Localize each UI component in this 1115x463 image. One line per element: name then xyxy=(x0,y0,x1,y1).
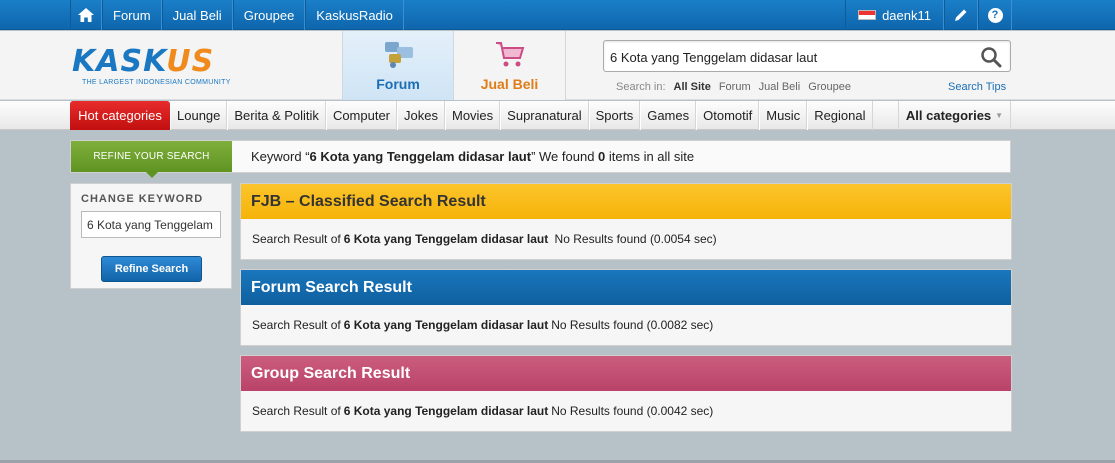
scope-forum[interactable]: Forum xyxy=(719,81,751,93)
panel-body: Search Result of 6 Kota yang Tenggelam d… xyxy=(241,219,1011,259)
summary-keyword: 6 Kota yang Tenggelam didasar laut xyxy=(309,149,532,164)
search-box xyxy=(603,40,1011,72)
result-keyword: 6 Kota yang Tenggelam didasar laut xyxy=(343,232,549,246)
result-status: No Results found (0.0054 sec) xyxy=(551,232,717,246)
tab-forum[interactable]: Forum xyxy=(342,31,454,100)
search-summary: Keyword “6 Kota yang Tenggelam didasar l… xyxy=(251,149,694,164)
home-button[interactable] xyxy=(70,0,102,30)
caret-down-icon: ▼ xyxy=(995,111,1004,120)
search-in-label: Search in: xyxy=(616,81,666,93)
result-status: No Results found (0.0042 sec) xyxy=(551,404,714,418)
topbar-link-groupee[interactable]: Groupee xyxy=(232,0,306,30)
tab-forum-label: Forum xyxy=(376,76,420,92)
summary-suffix: items in all site xyxy=(605,149,695,164)
search-icon[interactable] xyxy=(980,46,1002,68)
top-navbar: Forum Jual Beli Groupee KaskusRadio daen… xyxy=(0,0,1115,30)
forum-icon xyxy=(385,42,413,68)
summary-middle: ” We found xyxy=(531,149,599,164)
panel-body: Search Result of 6 Kota yang Tenggelam d… xyxy=(241,391,1011,431)
help-button[interactable]: ? xyxy=(978,0,1012,30)
result-keyword: 6 Kota yang Tenggelam didasar laut xyxy=(343,318,549,332)
flag-icon xyxy=(858,10,877,20)
forum-result-panel: Forum Search Result Search Result of 6 K… xyxy=(240,269,1012,346)
new-post-button[interactable] xyxy=(944,0,978,30)
username: daenk11 xyxy=(882,7,931,23)
search-scope: Search in: All Site Forum Jual Beli Grou… xyxy=(616,81,851,93)
result-status: No Results found (0.0082 sec) xyxy=(551,318,714,332)
panel-title: FJB – Classified Search Result xyxy=(241,184,1011,219)
all-categories-label: All categories xyxy=(905,108,992,123)
category-lounge[interactable]: Lounge xyxy=(170,101,228,130)
result-prefix: Search Result of xyxy=(252,232,341,246)
refine-bar: REFINE YOUR SEARCH Keyword “6 Kota yang … xyxy=(70,140,1011,178)
topbar-link-forum[interactable]: Forum xyxy=(102,0,162,30)
scope-all-site[interactable]: All Site xyxy=(674,81,711,93)
topbar-link-kaskusradio[interactable]: KaskusRadio xyxy=(305,0,404,30)
category-sports[interactable]: Sports xyxy=(588,101,641,130)
all-categories-dropdown[interactable]: All categories ▼ xyxy=(898,101,1011,130)
scope-groupee[interactable]: Groupee xyxy=(808,81,851,93)
category-music[interactable]: Music xyxy=(759,101,808,130)
summary-prefix: Keyword “ xyxy=(251,149,310,164)
category-berita-politik[interactable]: Berita & Politik xyxy=(227,101,326,130)
category-movies[interactable]: Movies xyxy=(444,101,501,130)
refine-your-search-label: REFINE YOUR SEARCH xyxy=(71,141,232,178)
category-otomotif[interactable]: Otomotif xyxy=(696,101,760,130)
group-result-panel: Group Search Result Search Result of 6 K… xyxy=(240,355,1012,432)
shopping-cart-icon xyxy=(496,42,525,67)
refine-search-button[interactable]: Refine Search xyxy=(101,256,202,282)
category-games[interactable]: Games xyxy=(640,101,697,130)
change-keyword-title: CHANGE KEYWORD xyxy=(81,193,204,205)
result-prefix: Search Result of xyxy=(252,404,341,418)
hot-categories-button[interactable]: Hot categories xyxy=(70,101,170,130)
logo-tagline: THE LARGEST INDONESIAN COMMUNITY xyxy=(82,79,231,86)
category-computer[interactable]: Computer xyxy=(325,101,398,130)
kaskus-logo[interactable]: KASKUS THE LARGEST INDONESIAN COMMUNITY xyxy=(72,47,252,89)
topbar-link-jual-beli[interactable]: Jual Beli xyxy=(161,0,233,30)
site-header: KASKUS THE LARGEST INDONESIAN COMMUNITY … xyxy=(0,31,1115,100)
category-regional[interactable]: Regional xyxy=(807,101,873,130)
user-menu[interactable]: daenk11 xyxy=(845,0,944,30)
category-supranatural[interactable]: Supranatural xyxy=(500,101,589,130)
category-nav: Hot categories Lounge Berita & Politik C… xyxy=(0,101,1115,130)
tab-jual-beli-label: Jual Beli xyxy=(480,76,539,92)
tab-jual-beli[interactable]: Jual Beli xyxy=(454,31,566,100)
search-input[interactable] xyxy=(610,47,970,67)
panel-title: Forum Search Result xyxy=(241,270,1011,305)
change-keyword-input[interactable] xyxy=(81,211,221,238)
panel-body: Search Result of 6 Kota yang Tenggelam d… xyxy=(241,305,1011,345)
result-prefix: Search Result of xyxy=(252,318,341,332)
change-keyword-panel: CHANGE KEYWORD Refine Search xyxy=(70,183,232,289)
help-icon: ? xyxy=(987,7,1003,23)
pencil-icon xyxy=(955,9,967,21)
category-jokes[interactable]: Jokes xyxy=(397,101,445,130)
search-tips-link[interactable]: Search Tips xyxy=(948,81,1006,93)
scope-jual-beli[interactable]: Jual Beli xyxy=(759,81,801,93)
result-keyword: 6 Kota yang Tenggelam didasar laut xyxy=(343,404,549,418)
home-icon xyxy=(78,8,94,22)
fjb-result-panel: FJB – Classified Search Result Search Re… xyxy=(240,183,1012,260)
logo-wordmark: KASKUS xyxy=(72,44,215,79)
panel-title: Group Search Result xyxy=(241,356,1011,391)
